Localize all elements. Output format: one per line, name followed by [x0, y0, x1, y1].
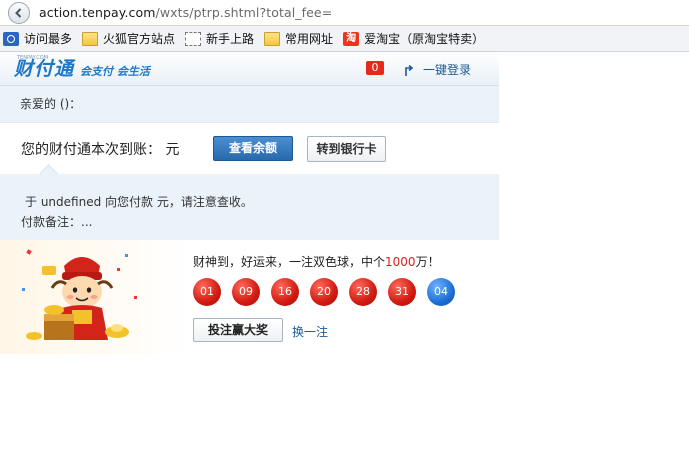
red-ball: 01 [193, 278, 221, 306]
bookmark-common-sites[interactable]: 常用网址 [264, 30, 333, 47]
bookmark-label: 访问最多 [24, 32, 73, 46]
promo-title-prefix: 财神到，好运来，一注双色球，中个 [193, 255, 386, 269]
url-host: action.tenpay.com [39, 5, 156, 20]
promo-prize-amount: 1000 [385, 255, 416, 269]
lottery-numbers: 01 09 16 20 28 31 04 [193, 278, 466, 306]
payment-info-text: 于 undefined 向您付款 元，请注意查收。 [25, 195, 253, 209]
one-click-login-link[interactable]: 一键登录 [404, 61, 471, 78]
bookmark-aitaobao[interactable]: 淘 爱淘宝（原淘宝特卖） [343, 30, 484, 47]
url-text[interactable]: action.tenpay.com/wxts/ptrp.shtml?total_… [39, 5, 332, 20]
header-bar: TENPAY.COM 财付通 会支付 会生活 0 一键登录 [0, 52, 499, 86]
payment-notice: 于 undefined 向您付款 元，请注意查收。 付款备注：... [0, 174, 499, 240]
lottery-promo-banner: 财神到，好运来，一注双色球，中个1000万！ 01 09 16 20 28 31… [0, 240, 499, 354]
url-path: /wxts/ptrp.shtml?total_fee= [155, 5, 333, 20]
back-arrow-icon [15, 7, 22, 18]
bookmark-label: 常用网址 [285, 32, 334, 46]
folder-icon [82, 31, 99, 46]
login-label: 一键登录 [423, 63, 472, 77]
bookmarks-bar: 访问最多 火狐官方站点 新手上路 常用网址 淘 爱淘宝（原淘宝特卖） [0, 26, 689, 52]
taobao-icon: 淘 [343, 31, 360, 46]
arrival-amount-text: 您的财付通本次到账： 元 [21, 141, 180, 158]
red-ball: 20 [310, 278, 338, 306]
blue-ball: 04 [427, 278, 455, 306]
logo-tagline: TENPAY.COM [17, 55, 49, 61]
change-numbers-link[interactable]: 换一注 [292, 323, 328, 340]
back-button[interactable] [8, 1, 30, 24]
bookmark-label: 火狐官方站点 [103, 32, 176, 46]
logo-slogan: 会支付 会生活 [80, 64, 150, 78]
tenpay-logo[interactable]: 财付通 会支付 会生活 [14, 59, 150, 79]
red-ball: 16 [271, 278, 299, 306]
red-ball: 09 [232, 278, 260, 306]
bookmark-most-visited[interactable]: 访问最多 [3, 30, 72, 47]
red-ball: 31 [388, 278, 416, 306]
folder-icon [264, 31, 281, 46]
most-visited-icon [3, 31, 19, 46]
greeting-text: 亲爱的 ()： [0, 86, 499, 122]
page-icon [185, 31, 202, 46]
promo-title: 财神到，好运来，一注双色球，中个1000万！ [193, 253, 440, 270]
page-content: TENPAY.COM 财付通 会支付 会生活 0 一键登录 亲爱的 ()： 您的… [0, 52, 499, 354]
god-of-wealth-illustration [22, 249, 137, 340]
balance-row: 您的财付通本次到账： 元 查看余额 转到银行卡 [0, 122, 499, 174]
logo-main-text: 财付通 [14, 57, 75, 80]
bookmark-getting-started[interactable]: 新手上路 [185, 30, 254, 47]
bookmark-label: 爱淘宝（原淘宝特卖） [364, 32, 485, 46]
transfer-to-bank-button[interactable]: 转到银行卡 [307, 135, 386, 162]
message-count-badge[interactable]: 0 [366, 61, 384, 75]
red-ball: 28 [349, 278, 377, 306]
bookmark-firefox-official[interactable]: 火狐官方站点 [82, 30, 175, 47]
login-arrow-icon [405, 64, 414, 76]
address-bar[interactable]: action.tenpay.com/wxts/ptrp.shtml?total_… [0, 0, 689, 26]
bet-to-win-button[interactable]: 投注赢大奖 [193, 318, 283, 342]
bookmark-label: 新手上路 [206, 32, 255, 46]
promo-title-suffix: 万！ [415, 255, 440, 269]
check-balance-button[interactable]: 查看余额 [213, 136, 293, 161]
payment-remark-text: 付款备注：... [21, 215, 93, 229]
